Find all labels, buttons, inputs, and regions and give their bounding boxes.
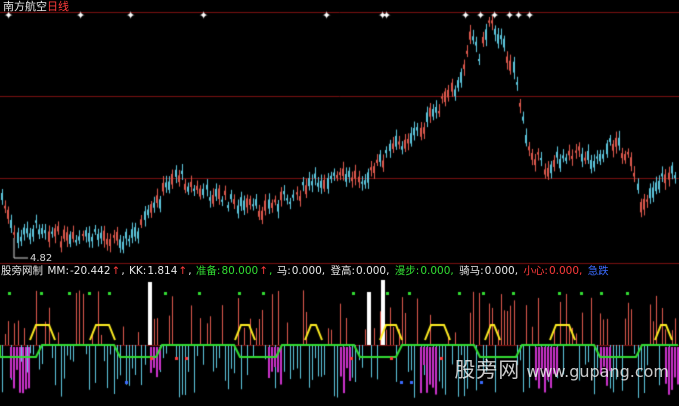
field-manbu: 漫步:0.000, [394,265,454,277]
field-xiaoxin: 小心:0.000, [523,265,583,277]
field-qima: 骑马:0.000, [459,265,519,277]
chart-title: 南方航空日线 [3,0,69,13]
field-kk: KK:1.814↑, [129,265,192,277]
watermark-en: www.gupang.com [526,362,669,381]
stock-name: 南方航空 [3,0,47,13]
period-label: 日线 [47,0,69,13]
field-jidie: 急跌 [587,265,609,277]
field-mm: MM:-20.442↑, [47,265,125,277]
field-denggao: 登高:0.000, [330,265,390,277]
kline-chart-canvas[interactable] [0,0,679,406]
indicator-readout: 股旁网制 MM:-20.442↑, KK:1.814↑, 准备:80.000↑,… [1,265,679,278]
low-price-label: 4.82 [30,253,53,264]
field-ma: 马:0.000, [276,265,326,277]
watermark: 股旁网 www.gupang.com [454,354,669,384]
field-zhunbei: 准备:80.000↑, [195,265,273,277]
watermark-cn: 股旁网 [454,358,521,382]
indicator-name: 股旁网制 [1,265,43,277]
